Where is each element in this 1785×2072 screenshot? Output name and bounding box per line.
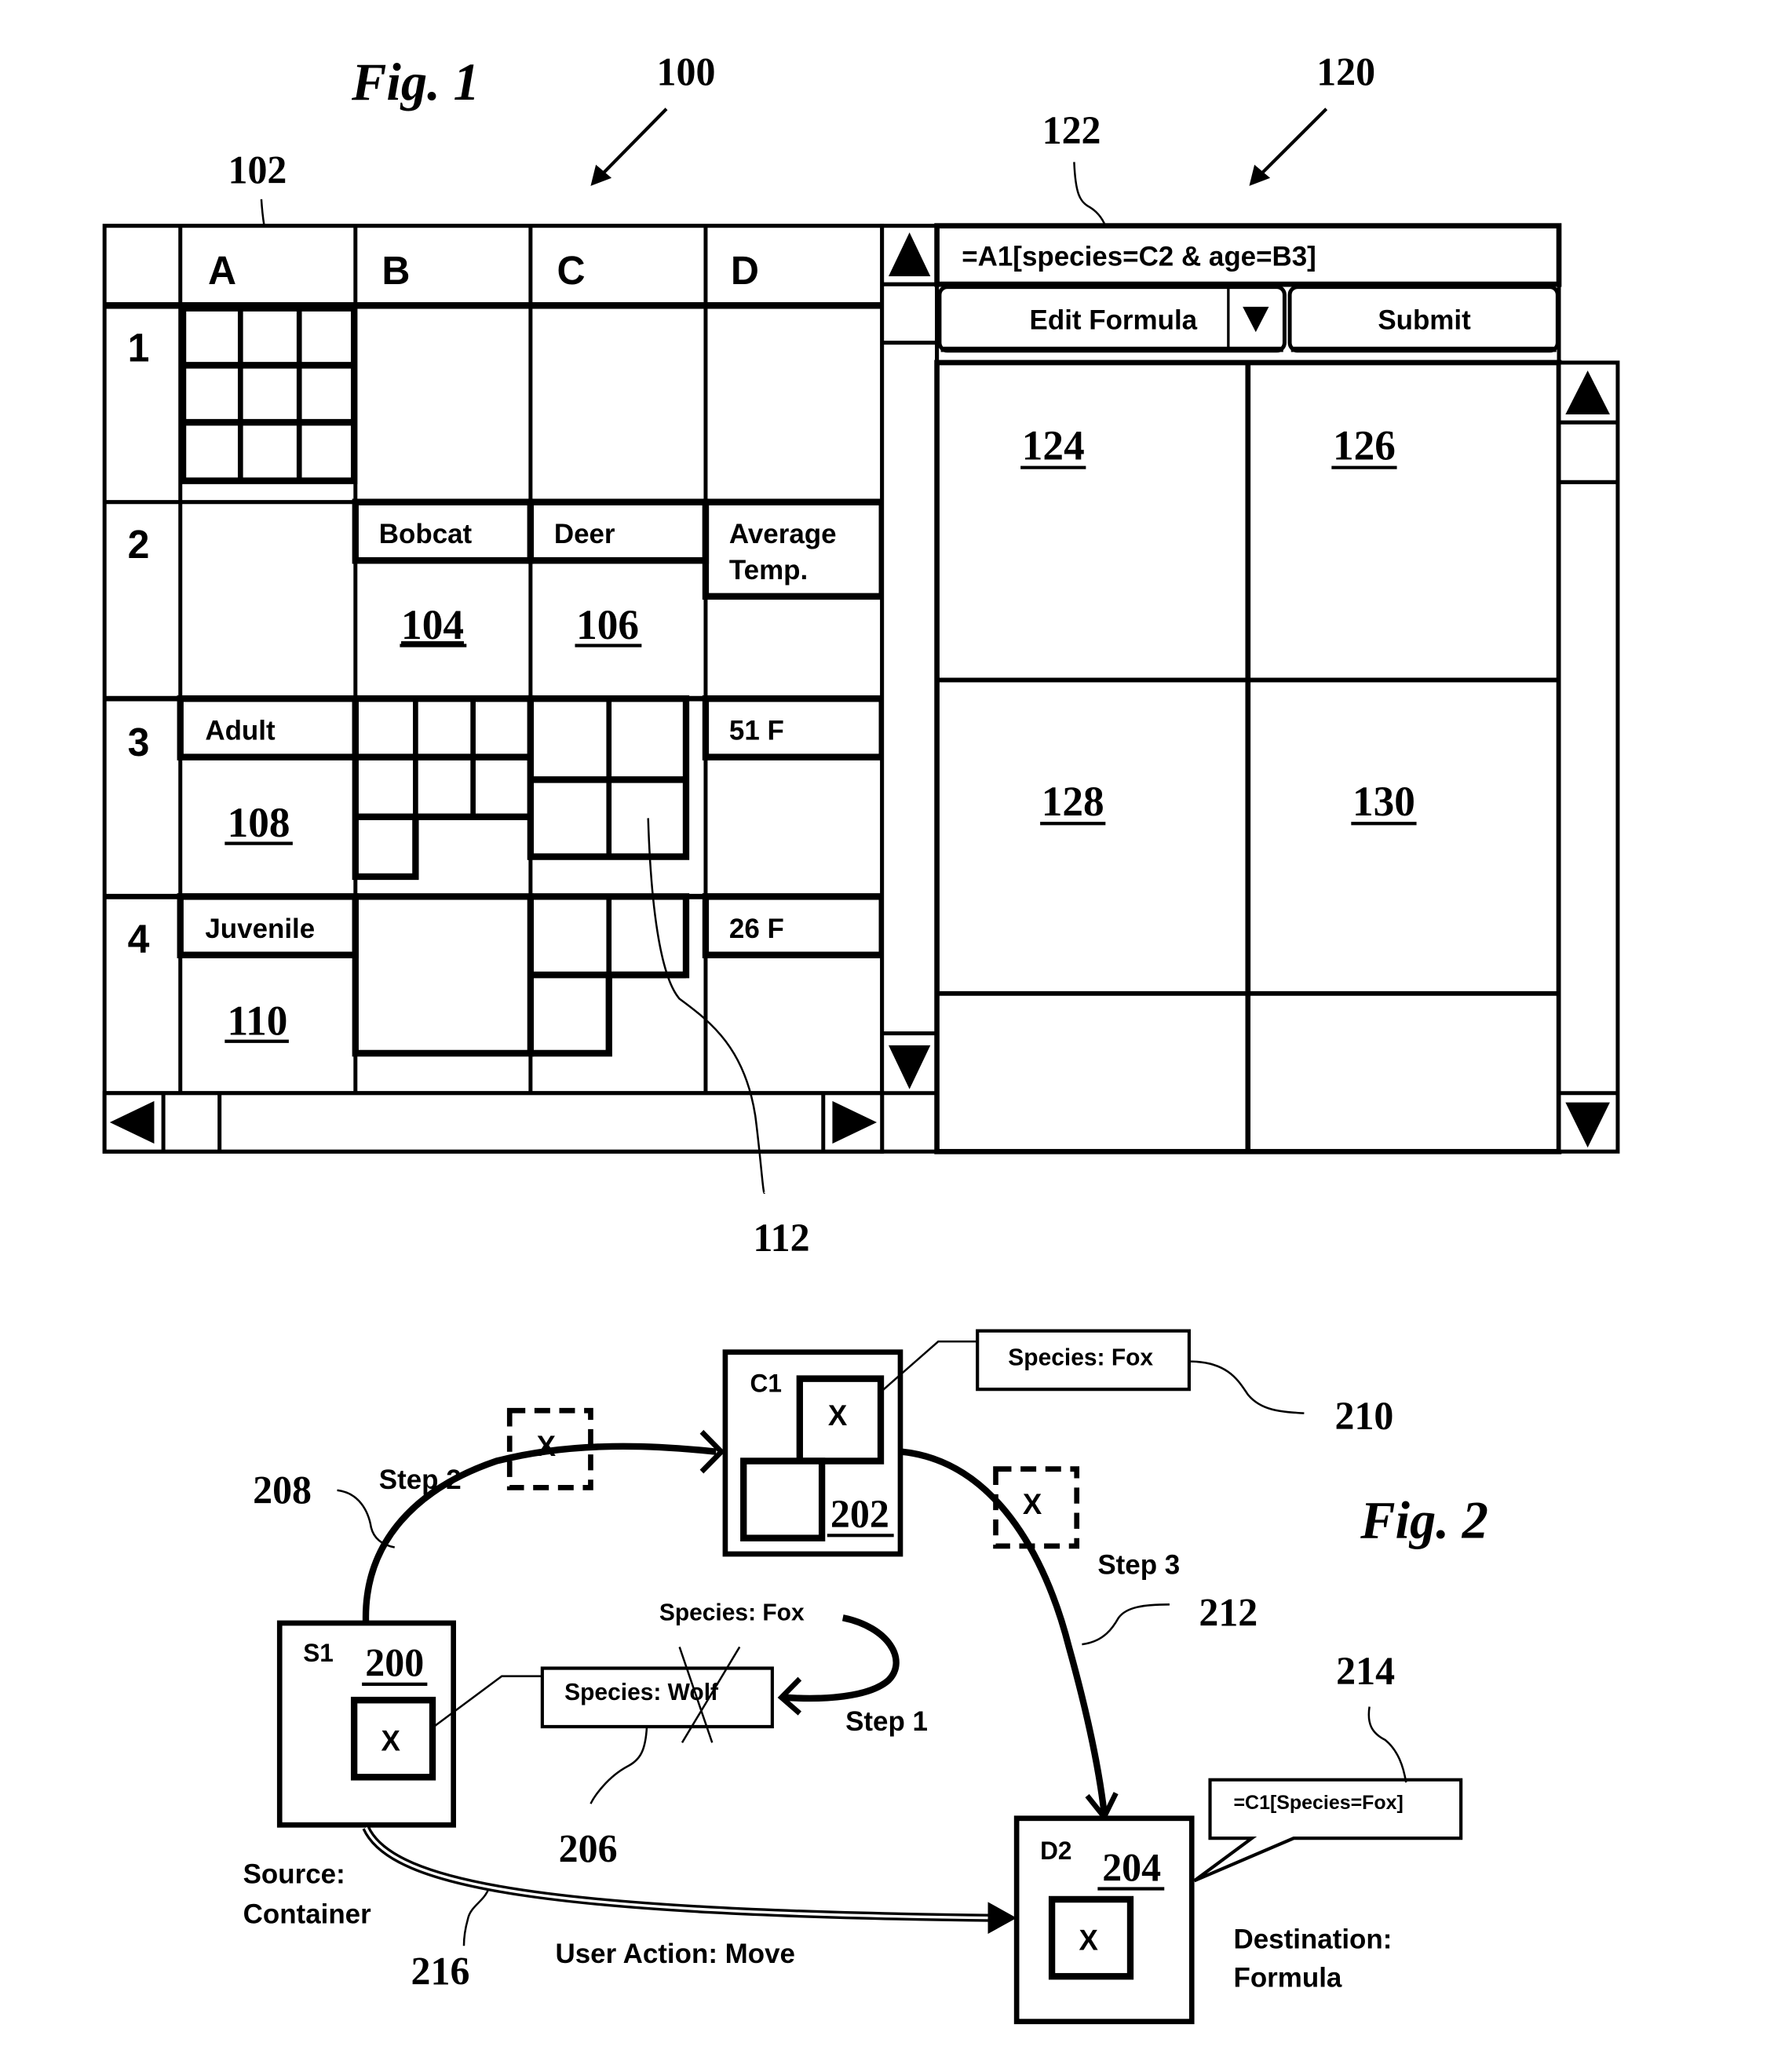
- vertical-scrollbar[interactable]: [880, 224, 940, 1154]
- container-c1-item-mark: X: [828, 1399, 848, 1432]
- ref-120-label: 120: [1316, 49, 1375, 93]
- ref-204-label: 204: [1102, 1845, 1161, 1889]
- move-arrowhead-icon: [987, 1902, 1017, 1934]
- species-wolf-tag: Species: Wolf: [540, 1646, 774, 1743]
- ref-106-label: 106: [576, 601, 639, 648]
- row-header-2[interactable]: 2: [128, 521, 150, 566]
- ref-126-label: 126: [1333, 421, 1396, 469]
- step-2-label: Step 2: [379, 1465, 462, 1495]
- panel-cell-126[interactable]: 126: [1331, 421, 1397, 469]
- ref-216-leader: [462, 1888, 490, 1946]
- ref-122-label: 122: [1042, 108, 1101, 151]
- container-c1-empty-slot[interactable]: [740, 1457, 826, 1541]
- ref-214-label: 214: [1336, 1648, 1395, 1692]
- cell-a3-text: Adult: [205, 715, 276, 746]
- cell-a4-text: Juvenile: [205, 914, 315, 944]
- container-c1-id: C1: [750, 1369, 782, 1397]
- panel-cell-130[interactable]: 130: [1351, 778, 1417, 826]
- ghost-item-3-mark: X: [1023, 1488, 1042, 1520]
- source-s1[interactable]: S1 200 X: [276, 1620, 456, 1828]
- submit-label: Submit: [1378, 305, 1471, 335]
- edit-formula-dropdown[interactable]: Edit Formula: [937, 285, 1287, 353]
- patent-figure-canvas: Fig. 1 100 120 102 122 A B C D 1 2 3 4 B…: [102, 49, 1620, 2025]
- ref-212-leader: [1082, 1603, 1170, 1646]
- horizontal-scrollbar[interactable]: [102, 1091, 885, 1154]
- ref-210-leader: [1188, 1360, 1305, 1414]
- ref-200-label: 200: [365, 1640, 424, 1684]
- cell-d3-text: 51 F: [729, 715, 784, 746]
- container-c1[interactable]: C1 X 202: [722, 1349, 903, 1557]
- ref-128-label: 128: [1042, 778, 1104, 825]
- ref-112-label: 112: [753, 1216, 809, 1260]
- formula-callout: =C1[Species=Fox]: [1193, 1778, 1463, 1883]
- panel-cell-empty-2[interactable]: [1250, 996, 1557, 1149]
- cell-b2-text: Bobcat: [379, 519, 473, 549]
- cell-c2-text: Deer: [554, 519, 615, 549]
- figure-1: Fig. 1 100 120 102 122 A B C D 1 2 3 4 B…: [102, 49, 1620, 1260]
- formula-callout-text: =C1[Species=Fox]: [1233, 1792, 1403, 1814]
- ref-210-label: 210: [1335, 1394, 1394, 1438]
- step-3-path: [901, 1448, 1108, 1814]
- ghost-item-step-3: X: [993, 1466, 1080, 1549]
- destination-label-line1: Destination:: [1233, 1924, 1392, 1954]
- source-s1-id: S1: [303, 1639, 334, 1667]
- destination-d2-id: D2: [1040, 1837, 1071, 1865]
- cell-d2-text-line2: Temp.: [729, 555, 808, 585]
- panel-cell-empty-1[interactable]: [939, 996, 1246, 1149]
- panel-cell-124[interactable]: 124: [1020, 421, 1086, 469]
- cell-d2-text-line1: Average: [729, 519, 837, 549]
- spreadsheet: A B C D 1 2 3 4 Bobcat Deer Average Temp…: [102, 224, 940, 1260]
- species-fox-tag: Species: Fox: [976, 1329, 1191, 1392]
- formula-bar-text[interactable]: =A1[species=C2 & age=B3]: [962, 241, 1316, 272]
- ref-100-label: 100: [657, 49, 716, 93]
- row-header-1[interactable]: 1: [128, 325, 150, 370]
- figure-1-title: Fig. 1: [351, 52, 480, 111]
- ref-216-label: 216: [411, 1949, 470, 1993]
- cell-d4-text: 26 F: [729, 914, 784, 944]
- column-header-d[interactable]: D: [731, 248, 759, 293]
- ref-100-arrow-icon: [590, 108, 668, 186]
- ghost-item-2-mark: X: [537, 1429, 557, 1461]
- formula-panel: =A1[species=C2 & age=B3] Edit Formula Su…: [934, 223, 1620, 1155]
- ref-120-arrow-icon: [1249, 108, 1328, 186]
- species-fox-new-text: Species: Fox: [659, 1600, 805, 1625]
- step-1-label: Step 1: [845, 1706, 928, 1737]
- step-1-path: [783, 1614, 900, 1702]
- ref-212-label: 212: [1199, 1590, 1258, 1634]
- step-3-label: Step 3: [1097, 1549, 1180, 1580]
- source-s1-item-mark: X: [381, 1724, 401, 1756]
- figure-2: Fig. 2 X Step 2 208 C1 X 202 Species: Fo…: [243, 1329, 1488, 2025]
- ref-206-leader: [590, 1726, 648, 1804]
- ref-130-label: 130: [1352, 778, 1415, 825]
- species-fox-tag-text: Species: Fox: [1008, 1344, 1153, 1370]
- ref-110-label: 110: [227, 997, 287, 1044]
- edit-formula-label: Edit Formula: [1030, 305, 1198, 335]
- column-header-b[interactable]: B: [381, 248, 410, 293]
- destination-label-line2: Formula: [1233, 1962, 1341, 1993]
- row-header-4[interactable]: 4: [128, 916, 150, 961]
- destination-d2[interactable]: D2 204 X: [1013, 1815, 1195, 2025]
- ref-124-label: 124: [1022, 421, 1085, 469]
- user-action-label: User Action: Move: [556, 1939, 795, 1969]
- figure-2-title: Fig. 2: [1360, 1490, 1488, 1550]
- column-header-c[interactable]: C: [557, 248, 585, 293]
- ref-104-label: 104: [401, 601, 464, 648]
- ref-208-label: 208: [253, 1468, 312, 1512]
- move-path: [362, 1826, 994, 1922]
- ref-206-label: 206: [559, 1826, 618, 1870]
- ref-214-leader: [1367, 1706, 1407, 1783]
- source-label-line2: Container: [243, 1899, 371, 1929]
- panel-cell-128[interactable]: 128: [1040, 778, 1106, 826]
- column-header-a[interactable]: A: [208, 248, 236, 293]
- ref-202-label: 202: [830, 1492, 889, 1536]
- panel-vertical-scrollbar[interactable]: [1557, 360, 1620, 1154]
- formula-bar[interactable]: =A1[species=C2 & age=B3]: [934, 223, 1562, 287]
- ref-102-label: 102: [228, 148, 287, 192]
- source-label-line1: Source:: [243, 1859, 345, 1889]
- submit-button[interactable]: Submit: [1287, 285, 1560, 353]
- row-header-3[interactable]: 3: [128, 720, 150, 764]
- destination-d2-item-mark: X: [1079, 1924, 1098, 1956]
- ref-108-label: 108: [228, 799, 290, 846]
